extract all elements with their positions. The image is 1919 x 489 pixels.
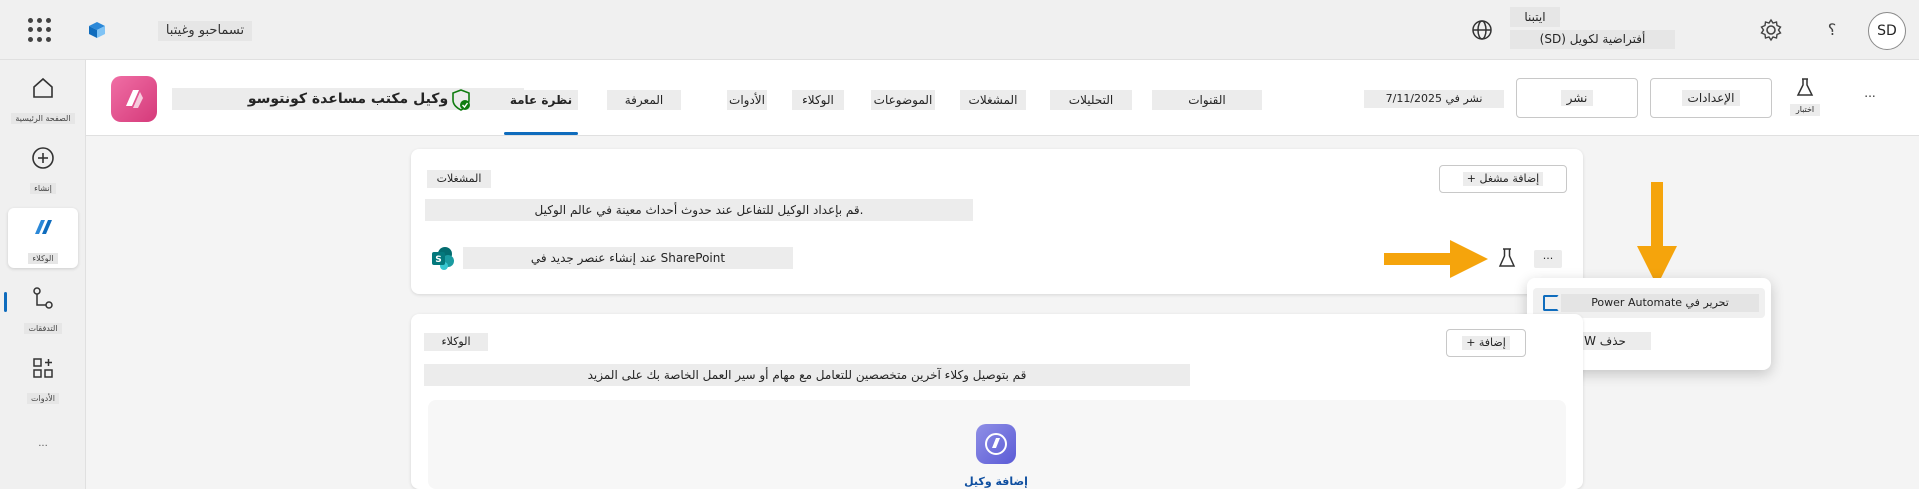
power-automate-icon <box>1543 295 1559 311</box>
test-trigger-flask-icon[interactable] <box>1496 246 1518 270</box>
rail-item-flows[interactable]: التدفقات <box>8 278 78 338</box>
settings-gear-icon[interactable] <box>1758 17 1784 43</box>
rail-item-label: الوكلاء <box>28 253 58 264</box>
trigger-name[interactable]: عند إنشاء عنصر جدید في SharePoint <box>463 247 793 269</box>
active-indicator <box>4 292 7 312</box>
add-trigger-button[interactable]: + إضافة مشغل <box>1439 165 1567 193</box>
tab-knowledge[interactable]: المعرفة <box>607 90 681 110</box>
add-agent-label: + إضافة <box>1462 336 1510 350</box>
tools-icon <box>33 358 53 378</box>
home-icon <box>33 77 53 98</box>
environment-picker[interactable]: ایتبنا (SD) أفتراضیة لکویل <box>1510 7 1675 51</box>
app-name: تسماحبو وغیتبا <box>158 21 252 41</box>
publish-button-label: نشر <box>1560 90 1594 106</box>
left-nav-rail: الصفحة الرئیسیة إنشاء الوكلاء التدفقات ا… <box>0 60 86 489</box>
test-flask-icon[interactable] <box>1794 76 1816 98</box>
rail-item-agents[interactable]: الوكلاء <box>8 208 78 268</box>
plus-circle-icon <box>32 147 54 169</box>
rail-item-tools[interactable]: الأدوات <box>8 348 78 408</box>
environment-globe-icon[interactable] <box>1470 18 1494 42</box>
tab-tools[interactable]: الأدوات <box>727 90 767 110</box>
tab-overview[interactable]: نظرة عامة <box>504 90 578 110</box>
agents-title: الوكلاء <box>424 333 488 351</box>
triggers-description: قم بإعداد الوكیل للتفاعل عند حدوث أحداث … <box>425 199 973 221</box>
environment-name: (SD) أفتراضیة لکویل <box>1510 30 1675 49</box>
trigger-more-button[interactable]: ... <box>1534 250 1562 268</box>
app-launcher-icon[interactable] <box>28 18 52 42</box>
rail-item-label: التدفقات <box>24 323 62 334</box>
add-agent-button[interactable]: + إضافة <box>1446 329 1526 357</box>
sharepoint-icon: S <box>432 247 454 270</box>
tab-selected-underline <box>504 132 578 135</box>
published-date: 7/11/2025 نشر في <box>1364 90 1504 108</box>
test-label: اختبار <box>1790 104 1820 116</box>
environment-label: ایتبنا <box>1510 7 1560 27</box>
rail-item-home[interactable]: الصفحة الرئیسیة <box>8 68 78 128</box>
tab-channels[interactable]: القنوات <box>1152 90 1262 110</box>
rail-item-label: الأدوات <box>27 393 59 404</box>
agents-description: قم بتوصیل وكلاء آخرین متخصصین للتعامل مع… <box>424 364 1190 386</box>
triggers-title: المشغلات <box>427 170 491 188</box>
flows-icon <box>33 287 53 309</box>
copilot-studio-logo-icon <box>89 22 105 38</box>
tab-topics[interactable]: الموضوعات <box>871 90 935 110</box>
agent-logo-icon <box>111 76 157 122</box>
tab-triggers[interactable]: المشغلات <box>960 90 1026 110</box>
svg-text:S: S <box>435 255 441 265</box>
settings-button[interactable]: الإعدادات <box>1650 78 1772 118</box>
agent-header: وكیل مكتب مساعدة كونتوسو نظرة عامة المعر… <box>86 60 1919 136</box>
vertical-arrow-icon <box>1637 182 1677 286</box>
rail-item-label: الصفحة الرئیسیة <box>11 113 75 124</box>
header-more-button[interactable]: ... <box>1860 87 1880 104</box>
settings-button-label: الإعدادات <box>1681 90 1741 106</box>
tab-agents[interactable]: الوكلاء <box>792 90 844 110</box>
help-icon[interactable]: ؟ <box>1822 18 1842 42</box>
rail-item-label: إنشاء <box>30 183 56 194</box>
add-agent-empty-label: إضافة وكیل <box>964 475 1028 488</box>
user-avatar[interactable]: SD <box>1868 12 1906 50</box>
top-bar: تسماحبو وغیتبا ایتبنا (SD) أفتراضیة لکوی… <box>0 0 1919 60</box>
agent-placeholder-icon <box>976 424 1016 464</box>
rail-item-create[interactable]: إنشاء <box>8 138 78 198</box>
publish-button[interactable]: نشر <box>1516 78 1638 118</box>
copilot-agents-icon <box>35 220 52 234</box>
rail-more-button[interactable]: ... <box>32 438 54 450</box>
horizontal-arrow-icon <box>1384 240 1488 278</box>
menu-item-label: Power Automate تحریر في <box>1561 294 1759 312</box>
tab-analytics[interactable]: التحليلات <box>1050 90 1132 110</box>
add-trigger-label: + إضافة مشغل <box>1462 172 1544 186</box>
verified-shield-icon <box>452 89 470 111</box>
